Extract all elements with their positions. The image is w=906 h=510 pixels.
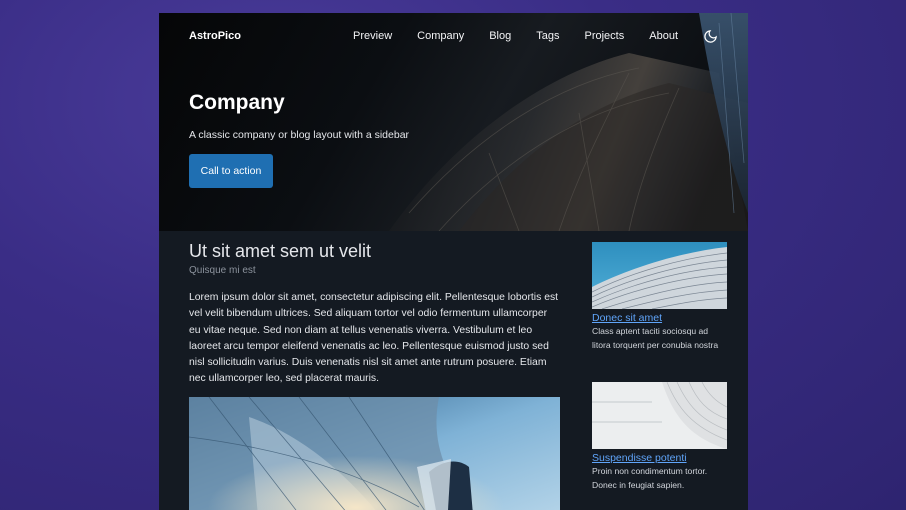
call-to-action-button[interactable]: Call to action <box>189 154 273 188</box>
nav-link-tags[interactable]: Tags <box>536 30 559 42</box>
top-navigation: AstroPico Preview Company Blog Tags Proj… <box>159 13 748 59</box>
sidebar-card-title[interactable]: Donec sit amet <box>592 312 727 324</box>
sidebar-card-text: Proin non condimentum tortor. Donec in f… <box>592 466 708 490</box>
page-frame: AstroPico Preview Company Blog Tags Proj… <box>159 13 748 510</box>
nav-link-blog[interactable]: Blog <box>489 30 511 42</box>
hero-section: AstroPico Preview Company Blog Tags Proj… <box>159 13 748 231</box>
article-title: Ut sit amet sem ut velit <box>189 241 372 261</box>
content-area: Ut sit amet sem ut velit Quisque mi est … <box>159 231 748 510</box>
article-body: Lorem ipsum dolor sit amet, consectetur … <box>189 292 559 385</box>
nav-link-projects[interactable]: Projects <box>585 30 625 42</box>
nav-link-company[interactable]: Company <box>417 30 464 42</box>
sidebar-card: Suspendisse potenti Proin non condimentu… <box>592 382 727 492</box>
nav-link-preview[interactable]: Preview <box>353 30 392 42</box>
sidebar-card-image <box>592 382 727 450</box>
sidebar-card: Donec sit amet Class aptent taciti socio… <box>592 242 727 352</box>
main-article: Ut sit amet sem ut velit Quisque mi est … <box>189 241 560 510</box>
hero-subtitle: A classic company or blog layout with a … <box>189 129 410 141</box>
moon-icon[interactable] <box>702 28 718 44</box>
nav-links: Preview Company Blog Tags Projects About <box>353 28 718 44</box>
sidebar: Donec sit amet Class aptent taciti socio… <box>592 242 727 492</box>
sidebar-card-image <box>592 242 727 309</box>
brand-logo[interactable]: AstroPico <box>189 30 241 42</box>
hero-title: Company <box>189 91 285 114</box>
sidebar-card-text: Class aptent taciti sociosqu ad litora t… <box>592 326 719 350</box>
article-subtitle: Quisque mi est <box>189 265 256 276</box>
nav-link-about[interactable]: About <box>649 30 678 42</box>
article-image <box>189 397 560 510</box>
sidebar-card-title[interactable]: Suspendisse potenti <box>592 452 727 464</box>
